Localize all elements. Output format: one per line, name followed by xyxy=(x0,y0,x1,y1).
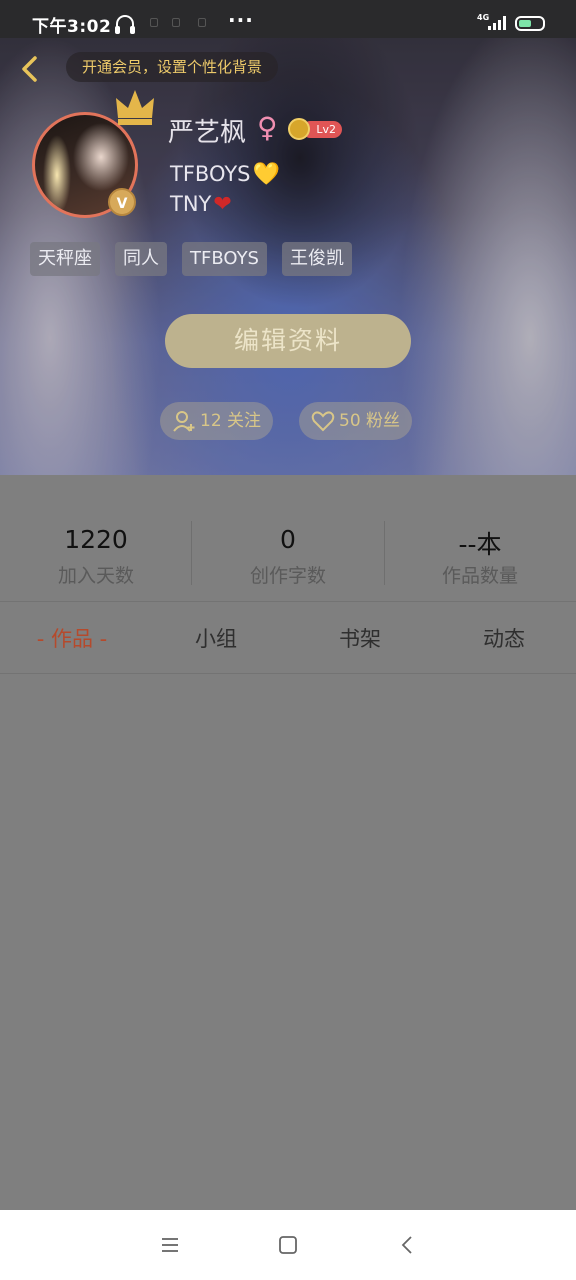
bio-line: TFBOYS💛 xyxy=(170,162,280,187)
system-nav-bar xyxy=(0,1210,576,1280)
following-button[interactable]: 12 关注 xyxy=(160,402,274,440)
bio-text: TNY xyxy=(170,192,212,216)
edit-profile-button[interactable]: 编辑资料 xyxy=(165,314,411,368)
menu-icon[interactable] xyxy=(160,1235,180,1255)
profile-header: 开通会员，设置个性化背景 V 严艺枫 ♀ Lv2 TFBOYS💛 TNY❤ 天秤… xyxy=(0,38,576,475)
user-add-icon xyxy=(173,411,195,432)
tag[interactable]: 同人 xyxy=(115,242,167,276)
back-icon[interactable] xyxy=(16,54,46,84)
tag-list: 天秤座 同人 TFBOYS 王俊凯 xyxy=(30,242,352,276)
tab-works[interactable]: - 作品 - xyxy=(0,622,144,656)
stat-label: 加入天数 xyxy=(57,565,134,587)
tag[interactable]: TFBOYS xyxy=(182,242,267,276)
following-count: 12 关注 xyxy=(200,411,262,431)
home-icon[interactable] xyxy=(278,1235,298,1255)
vip-background-tip[interactable]: 开通会员，设置个性化背景 xyxy=(66,52,279,82)
signal-icon xyxy=(488,16,508,30)
bio-text: TFBOYS xyxy=(170,162,251,186)
tab-activity[interactable]: 动态 xyxy=(432,622,576,656)
followers-count: 50 粉丝 xyxy=(339,411,401,431)
tag[interactable]: 天秤座 xyxy=(30,242,100,276)
level-crown-icon xyxy=(288,118,310,140)
female-icon: ♀ xyxy=(257,111,278,144)
divider xyxy=(0,601,576,602)
stats-row: 1220 加入天数 0 创作字数 --本 作品数量 xyxy=(0,475,576,601)
stat-label: 作品数量 xyxy=(441,565,518,587)
tab-groups[interactable]: 小组 xyxy=(144,622,288,656)
battery-icon xyxy=(515,16,545,31)
level-badge: Lv2 xyxy=(288,118,342,140)
stat-value: 1220 xyxy=(64,525,128,554)
stat-join-days: 1220 加入天数 xyxy=(0,475,192,601)
divider xyxy=(0,673,576,674)
nav-back-icon[interactable] xyxy=(398,1235,418,1255)
stat-value: --本 xyxy=(458,530,502,559)
stat-word-count: 0 创作字数 xyxy=(192,475,384,601)
stat-value: 0 xyxy=(280,525,296,554)
stat-works-count: --本 作品数量 xyxy=(384,475,576,601)
bio-line: TNY❤ xyxy=(170,192,232,217)
vip-badge: V xyxy=(108,188,136,216)
crown-icon xyxy=(116,90,154,125)
notification-icon xyxy=(172,18,180,27)
stat-label: 创作字数 xyxy=(249,565,326,587)
headset-icon xyxy=(115,15,135,34)
notification-icon xyxy=(198,18,206,27)
user-name: 严艺枫 xyxy=(168,118,247,148)
tag[interactable]: 王俊凯 xyxy=(282,242,352,276)
more-notifications-icon: ··· xyxy=(228,8,254,32)
yellow-heart-icon: 💛 xyxy=(252,162,280,187)
tab-bookshelf[interactable]: 书架 xyxy=(288,622,432,656)
followers-button[interactable]: 50 粉丝 xyxy=(299,402,413,440)
heart-icon xyxy=(311,411,335,432)
notification-icon xyxy=(150,18,158,27)
status-time: 下午3:02 xyxy=(32,17,112,37)
red-heart-icon: ❤ xyxy=(213,192,232,217)
